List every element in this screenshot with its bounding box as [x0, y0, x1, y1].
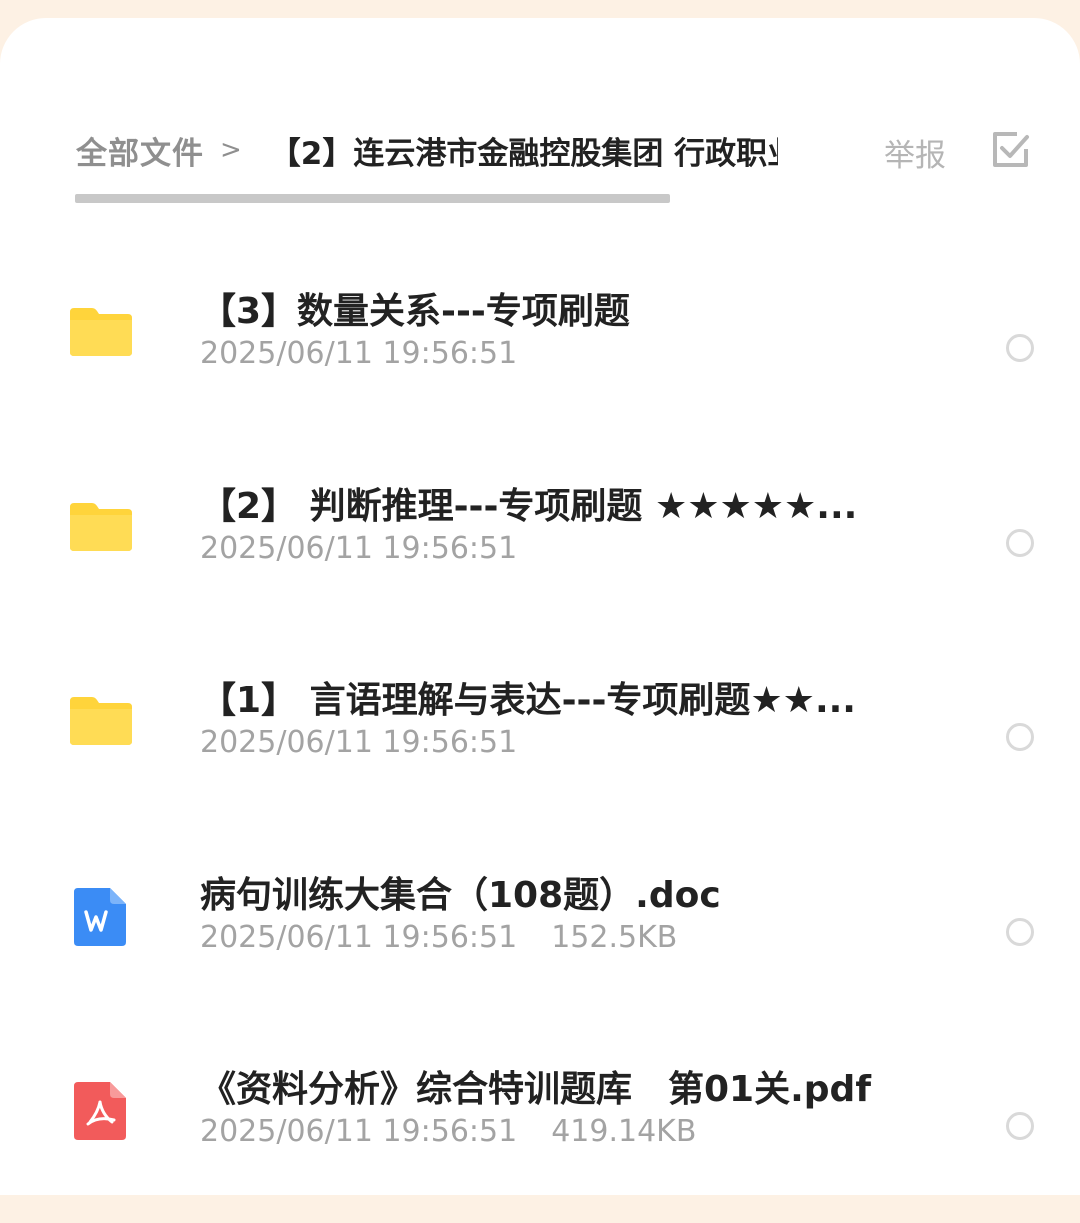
file-size: 152.5KB [551, 919, 678, 955]
file-row-folder[interactable]: 【2】 判断推理---专项刷题 ★★★★★... 2025/06/11 19:5… [0, 445, 1080, 640]
folder-icon [70, 502, 132, 551]
breadcrumb-root-all-files[interactable]: 全部文件 [76, 128, 204, 172]
file-size: 419.14KB [551, 1114, 697, 1149]
pdf-file-icon [74, 1082, 126, 1140]
file-row-document[interactable]: 病句训练大集合（108题）.doc 2025/06/11 19:56:51 152… [0, 834, 1080, 1029]
file-modified-time: 2025/06/11 19:56:51 [200, 725, 518, 760]
file-row-folder[interactable]: 【3】数量关系---专项刷题 2025/06/11 19:56:51 [0, 250, 1080, 445]
file-name: 【3】数量关系---专项刷题 [200, 291, 630, 332]
file-meta: 2025/06/11 19:56:51 [200, 336, 517, 371]
breadcrumb-scrollbar[interactable] [75, 194, 670, 203]
file-meta: 2025/06/11 19:56:51 152.5KB [200, 920, 677, 955]
file-modified-time: 2025/06/11 19:56:51 [200, 919, 518, 955]
file-name: 【1】 言语理解与表达---专项刷题★★... [200, 680, 856, 721]
file-modified-time: 2025/06/11 19:56:51 [200, 336, 518, 371]
file-name: 《资料分析》综合特训题库 第01关.pdf [200, 1069, 871, 1110]
file-name: 病句训练大集合（108题）.doc [200, 874, 721, 916]
select-radio[interactable] [1006, 723, 1034, 751]
select-radio[interactable] [1006, 1112, 1034, 1140]
file-row-folder[interactable]: 【1】 言语理解与表达---专项刷题★★... 2025/06/11 19:56… [0, 639, 1080, 834]
file-browser-sheet: 全部文件 > 【2】连云港市金融控股集团 行政职业 举报 【3】数量关系---专… [0, 18, 1080, 1195]
file-meta: 2025/06/11 19:56:51 419.14KB [200, 1114, 696, 1149]
word-doc-icon [74, 887, 126, 946]
breadcrumb: 全部文件 > 【2】连云港市金融控股集团 行政职业 [76, 128, 778, 172]
select-radio[interactable] [1006, 917, 1034, 946]
checkbox-check-icon[interactable] [990, 129, 1032, 171]
file-modified-time: 2025/06/11 19:56:51 [200, 530, 518, 566]
folder-icon [70, 308, 132, 356]
file-name: 【2】 判断推理---专项刷题 ★★★★★... [200, 485, 858, 527]
report-button[interactable]: 举报 [884, 130, 946, 175]
select-radio[interactable] [1006, 528, 1034, 557]
file-list: 【3】数量关系---专项刷题 2025/06/11 19:56:51 【2】 判… [0, 250, 1080, 1223]
select-radio[interactable] [1006, 334, 1034, 362]
header: 全部文件 > 【2】连云港市金融控股集团 行政职业 举报 [0, 18, 1080, 218]
file-meta: 2025/06/11 19:56:51 [200, 531, 517, 566]
file-modified-time: 2025/06/11 19:56:51 [200, 1114, 518, 1149]
breadcrumb-current-folder: 【2】连云港市金融控股集团 行政职业 [269, 135, 778, 172]
folder-icon [70, 697, 132, 745]
file-meta: 2025/06/11 19:56:51 [200, 725, 517, 760]
breadcrumb-separator: > [220, 135, 242, 165]
file-row-document[interactable]: 《资料分析》综合特训题库 第01关.pdf 2025/06/11 19:56:5… [0, 1028, 1080, 1223]
